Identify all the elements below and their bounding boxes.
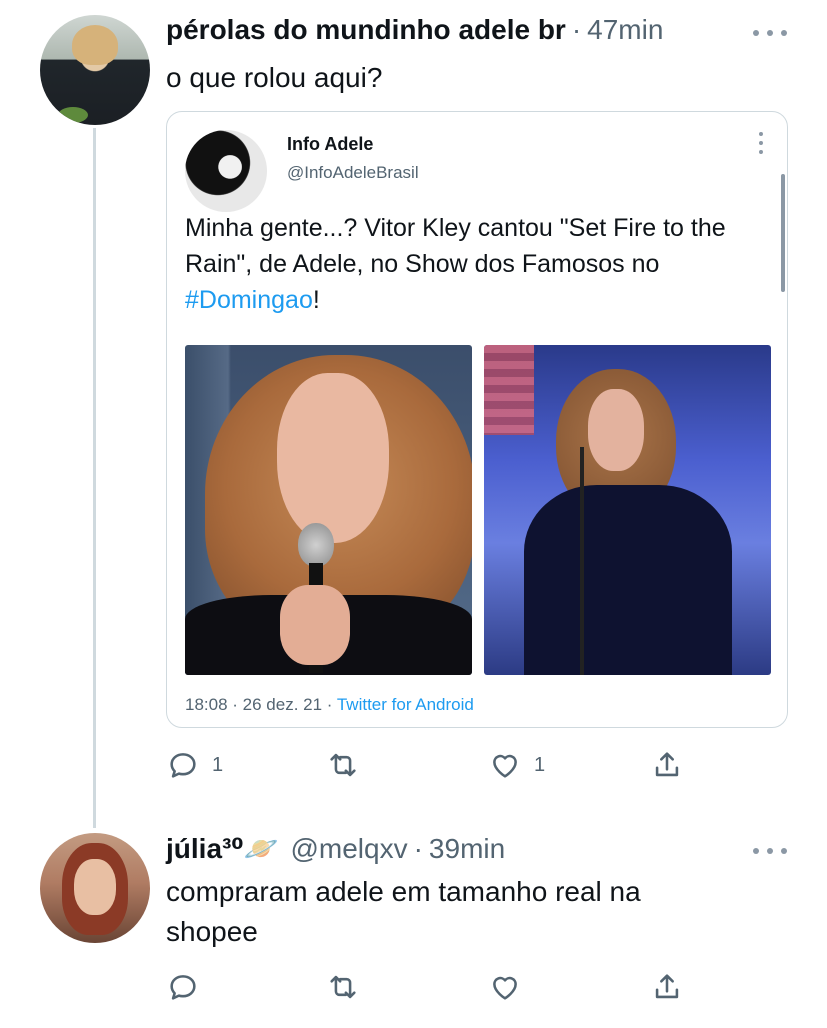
tweet-text: o que rolou aqui? — [166, 62, 383, 93]
like-icon — [493, 976, 517, 1000]
performer-closeup-photo[interactable] — [185, 345, 472, 675]
thread-connector-line — [93, 128, 96, 828]
more-icon[interactable] — [753, 846, 787, 856]
display-name[interactable]: pérolas do mundinho adele br — [166, 14, 566, 46]
share-button[interactable] — [650, 970, 684, 1004]
more-icon[interactable] — [753, 28, 787, 38]
timestamp[interactable]: 39min — [429, 833, 505, 865]
reply-button[interactable]: 1 — [166, 748, 223, 782]
quoted-text: Minha gente...? Vitor Kley cantou "Set F… — [185, 210, 770, 318]
like-button[interactable]: 1 — [488, 748, 545, 782]
separator-dot: · — [571, 14, 582, 45]
quoted-timestamp[interactable]: 18:08 · 26 dez. 21 · — [185, 695, 337, 714]
timestamp[interactable]: 47min — [587, 14, 663, 46]
avatar[interactable] — [40, 833, 150, 943]
reply-button[interactable] — [166, 970, 212, 1004]
retweet-button[interactable] — [326, 748, 372, 782]
avatar[interactable] — [40, 15, 150, 125]
tweet-header: pérolas do mundinho adele br · 47min — [166, 14, 663, 46]
like-count: 1 — [534, 753, 546, 776]
hashtag-link[interactable]: #Domingao — [185, 286, 313, 314]
share-icon — [655, 752, 679, 777]
tweet-text: compraram adele em tamanho real na shope… — [166, 876, 641, 947]
retweet-icon — [330, 975, 356, 999]
share-button[interactable] — [650, 748, 684, 782]
quoted-handle[interactable]: @InfoAdeleBrasil — [287, 163, 419, 183]
tweet-actions: 1 1 — [166, 748, 766, 784]
share-icon — [655, 974, 679, 999]
display-name[interactable]: júlia³⁰🪐 — [166, 832, 278, 865]
reply-count: 1 — [212, 753, 224, 776]
handle[interactable]: @melqxv — [290, 833, 407, 865]
separator-dot: · — [413, 833, 423, 864]
quoted-footer: 18:08 · 26 dez. 21 · Twitter for Android — [185, 695, 474, 715]
quoted-text-body: Minha gente...? Vitor Kley cantou "Set F… — [185, 214, 726, 278]
tweet-actions — [166, 970, 766, 1006]
retweet-button[interactable] — [326, 970, 372, 1004]
quoted-tweet-card[interactable]: Info Adele @InfoAdeleBrasil Minha gente.… — [166, 111, 788, 728]
scrollbar[interactable] — [781, 174, 785, 292]
reply-icon — [170, 753, 196, 778]
quoted-source-link[interactable]: Twitter for Android — [337, 695, 474, 714]
quoted-avatar[interactable] — [185, 130, 267, 212]
retweet-icon — [330, 753, 356, 777]
like-button[interactable] — [488, 970, 534, 1004]
quoted-display-name[interactable]: Info Adele — [287, 134, 373, 155]
reply-icon — [170, 975, 196, 1000]
tweet-header: júlia³⁰🪐 @melqxv · 39min — [166, 832, 505, 865]
performer-stage-photo[interactable] — [484, 345, 771, 675]
quoted-more-icon[interactable] — [759, 132, 765, 154]
quoted-text-end: ! — [312, 286, 320, 314]
like-icon — [493, 754, 517, 778]
